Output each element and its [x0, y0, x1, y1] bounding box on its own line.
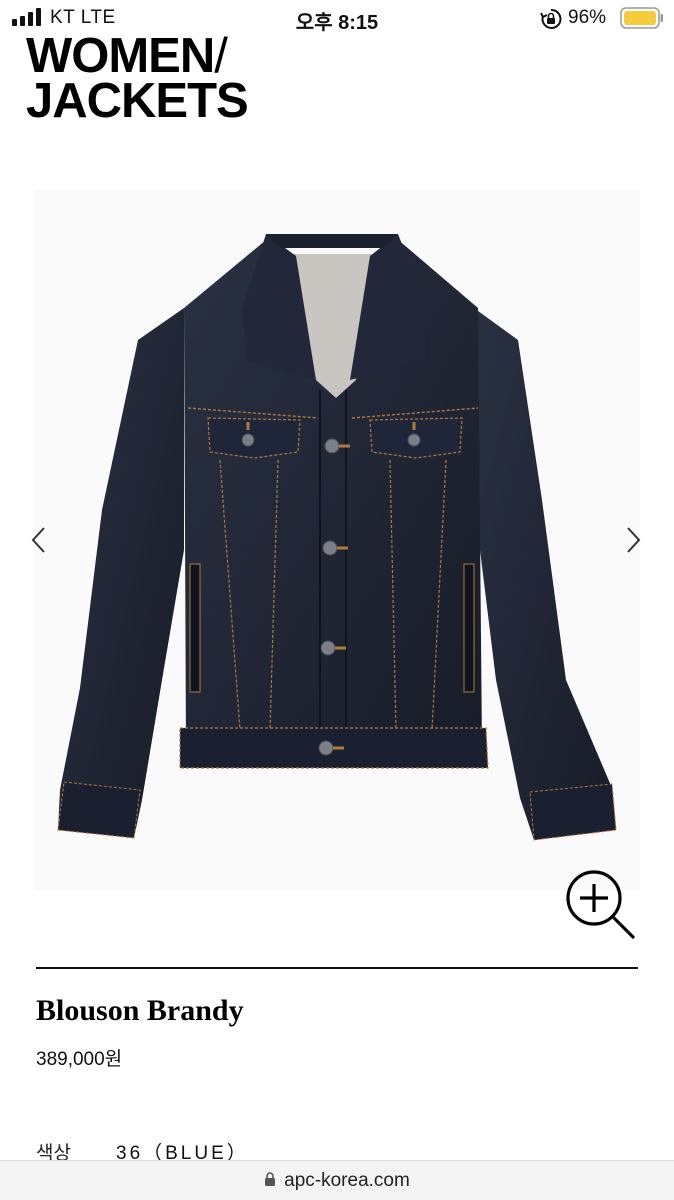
chevron-right-icon[interactable]	[624, 524, 644, 556]
browser-url-bar[interactable]: apc-korea.com	[0, 1160, 674, 1200]
title-line-jackets: JACKETS	[26, 74, 249, 128]
url-text[interactable]: apc-korea.com	[284, 1170, 410, 1191]
rotation-lock-icon	[540, 8, 562, 29]
chevron-left-icon[interactable]	[28, 524, 48, 556]
denim-jacket-image	[57, 234, 617, 841]
zoom-in-icon[interactable]	[562, 866, 642, 942]
product-image[interactable]	[34, 190, 640, 890]
product-name: Blouson Brandy	[36, 994, 244, 1027]
product-price: 389,000원	[36, 1049, 123, 1070]
battery-percent: 96%	[568, 7, 607, 28]
page-title: WOMEN/ JACKETS	[26, 32, 249, 128]
divider	[36, 967, 638, 969]
battery-icon	[620, 7, 663, 29]
padlock-icon	[265, 1172, 276, 1186]
